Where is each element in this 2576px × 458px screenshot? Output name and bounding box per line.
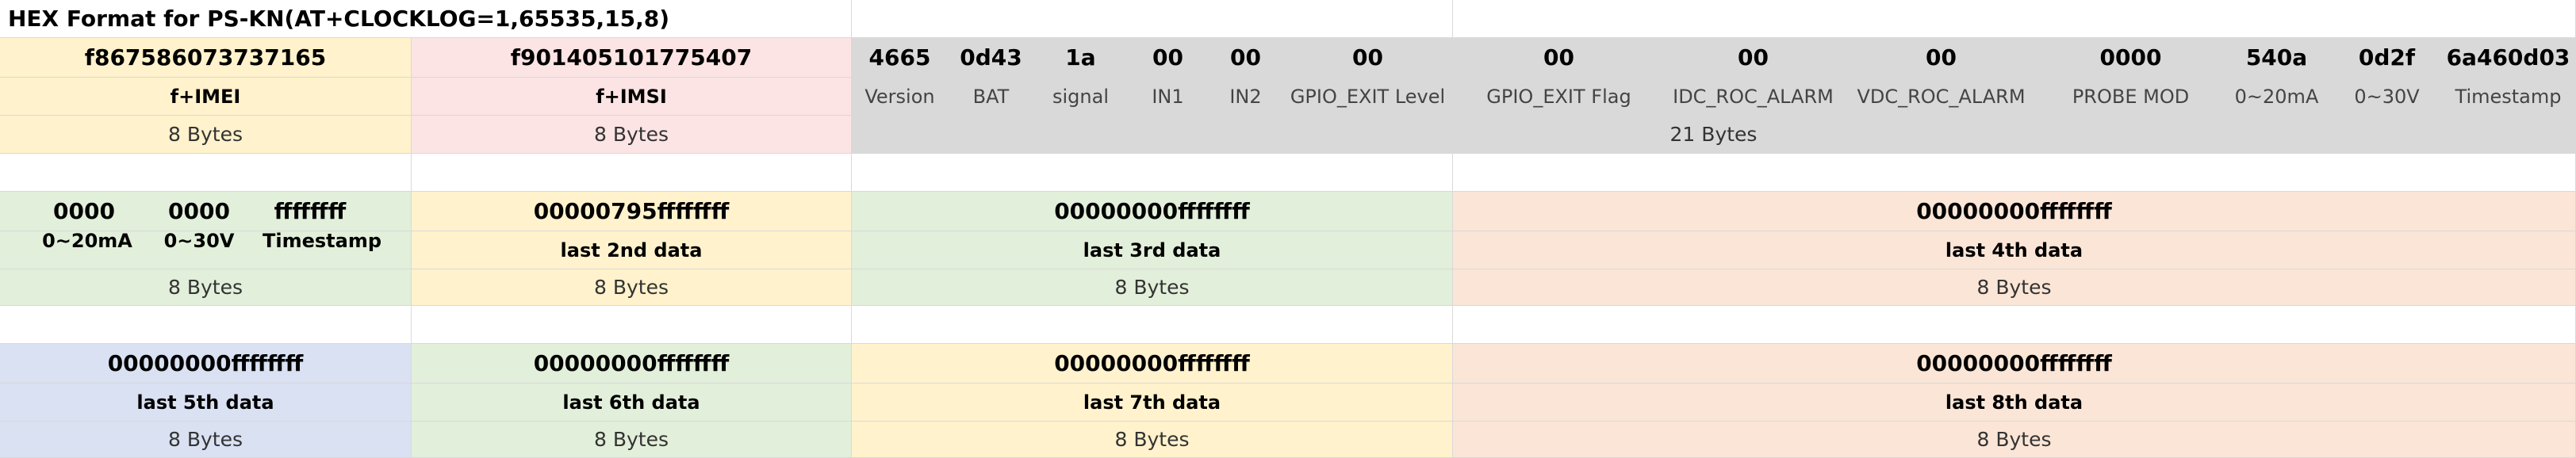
payload-hex-row: f867586073737165 f901405101775407 4665 0… bbox=[0, 38, 2576, 78]
last-7th-hex: 00000000ffffffff bbox=[852, 344, 1453, 384]
empty-cell bbox=[852, 0, 1453, 38]
empty-cell bbox=[0, 306, 412, 344]
log-current-hex: 0000 bbox=[53, 198, 115, 224]
last-5th-hex: 00000000ffffffff bbox=[0, 344, 412, 384]
empty-cell bbox=[852, 306, 1453, 344]
last-2nd-label: last 2nd data bbox=[412, 231, 852, 269]
in2-hex: 00 bbox=[1209, 38, 1283, 78]
timestamp-hex: 6a460d03 bbox=[2441, 38, 2576, 78]
log-row-3-label: last 5th data last 6th data last 7th dat… bbox=[0, 384, 2576, 422]
log-row-3-hex: 00000000ffffffff 00000000ffffffff 000000… bbox=[0, 344, 2576, 384]
empty-cell bbox=[0, 154, 412, 192]
timestamp-label: Timestamp bbox=[2441, 78, 2576, 116]
log-row-2-label: 0~20mA 0~30V Timestamp last 2nd data las… bbox=[0, 231, 2576, 269]
payload-label-row: f+IMEI f+IMSI Version BAT signal IN1 IN2… bbox=[0, 78, 2576, 116]
log-row-2-hex: 0000 0000 ffffffff 00000795ffffffff 0000… bbox=[0, 192, 2576, 231]
gpio-exit-flag-label: GPIO_EXIT Flag bbox=[1453, 78, 1666, 116]
last-6th-bytes: 8 Bytes bbox=[412, 422, 852, 458]
imei-label: f+IMEI bbox=[0, 78, 412, 116]
log-row-2-bytes: 8 Bytes 8 Bytes 8 Bytes 8 Bytes bbox=[0, 269, 2576, 306]
current-hex: 540a bbox=[2221, 38, 2333, 78]
last-6th-label: last 6th data bbox=[412, 384, 852, 422]
log-voltage-label: 0~30V bbox=[163, 231, 235, 252]
log-current-label: 0~20mA bbox=[42, 231, 132, 252]
last-4th-label: last 4th data bbox=[1453, 231, 2576, 269]
version-label: Version bbox=[852, 78, 949, 116]
bat-hex: 0d43 bbox=[949, 38, 1034, 78]
spacer-row bbox=[0, 154, 2576, 192]
spacer-row bbox=[0, 306, 2576, 344]
imsi-label: f+IMSI bbox=[412, 78, 852, 116]
signal-label: signal bbox=[1034, 78, 1128, 116]
bat-label: BAT bbox=[949, 78, 1034, 116]
last-4th-bytes: 8 Bytes bbox=[1453, 269, 2576, 306]
last-2nd-bytes: 8 Bytes bbox=[412, 269, 852, 306]
empty-cell bbox=[412, 306, 852, 344]
imsi-bytes: 8 Bytes bbox=[412, 116, 852, 154]
signal-hex: 1a bbox=[1034, 38, 1128, 78]
idc-roc-alarm-label: IDC_ROC_ALARM bbox=[1666, 78, 1842, 116]
last-4th-hex: 00000000ffffffff bbox=[1453, 192, 2576, 231]
last-5th-bytes: 8 Bytes bbox=[0, 422, 412, 458]
imei-bytes: 8 Bytes bbox=[0, 116, 412, 154]
first-log-label-cell: 0~20mA 0~30V Timestamp bbox=[0, 231, 412, 269]
last-6th-hex: 00000000ffffffff bbox=[412, 344, 852, 384]
log-row-3-bytes: 8 Bytes 8 Bytes 8 Bytes 8 Bytes bbox=[0, 422, 2576, 458]
vdc-roc-alarm-label: VDC_ROC_ALARM bbox=[1842, 78, 2041, 116]
last-2nd-hex: 00000795ffffffff bbox=[412, 192, 852, 231]
imei-hex: f867586073737165 bbox=[0, 38, 412, 78]
log-timestamp-label: Timestamp bbox=[262, 231, 382, 252]
empty-cell bbox=[1453, 0, 2576, 38]
gpio-exit-flag-hex: 00 bbox=[1453, 38, 1666, 78]
voltage-label: 0~30V bbox=[2333, 78, 2441, 116]
empty-cell bbox=[1453, 306, 2576, 344]
last-8th-bytes: 8 Bytes bbox=[1453, 422, 2576, 458]
gpio-exit-level-hex: 00 bbox=[1283, 38, 1453, 78]
empty-cell bbox=[1453, 154, 2576, 192]
payload-bytes-row: 8 Bytes 8 Bytes 21 Bytes bbox=[0, 116, 2576, 154]
empty-cell bbox=[412, 154, 852, 192]
in2-label: IN2 bbox=[1209, 78, 1283, 116]
probe-mod-label: PROBE MOD bbox=[2041, 78, 2221, 116]
probe-mod-hex: 0000 bbox=[2041, 38, 2221, 78]
last-3rd-bytes: 8 Bytes bbox=[852, 269, 1453, 306]
current-label: 0~20mA bbox=[2221, 78, 2333, 116]
fields-bytes: 21 Bytes bbox=[852, 116, 2576, 154]
first-log-hex-cell: 0000 0000 ffffffff bbox=[0, 192, 412, 231]
last-5th-label: last 5th data bbox=[0, 384, 412, 422]
first-log-bytes: 8 Bytes bbox=[0, 269, 412, 306]
log-timestamp-hex: ffffffff bbox=[274, 198, 347, 224]
gpio-exit-level-label: GPIO_EXIT Level bbox=[1283, 78, 1453, 116]
in1-label: IN1 bbox=[1128, 78, 1209, 116]
version-hex: 4665 bbox=[852, 38, 949, 78]
in1-hex: 00 bbox=[1128, 38, 1209, 78]
title-row: HEX Format for PS-KN(AT+CLOCKLOG=1,65535… bbox=[0, 0, 2576, 38]
last-3rd-hex: 00000000ffffffff bbox=[852, 192, 1453, 231]
log-voltage-hex: 0000 bbox=[168, 198, 230, 224]
last-3rd-label: last 3rd data bbox=[852, 231, 1453, 269]
hex-format-sheet: HEX Format for PS-KN(AT+CLOCKLOG=1,65535… bbox=[0, 0, 2576, 458]
last-8th-hex: 00000000ffffffff bbox=[1453, 344, 2576, 384]
last-7th-bytes: 8 Bytes bbox=[852, 422, 1453, 458]
sheet-title: HEX Format for PS-KN(AT+CLOCKLOG=1,65535… bbox=[0, 0, 852, 38]
vdc-roc-alarm-hex: 00 bbox=[1842, 38, 2041, 78]
empty-cell bbox=[852, 154, 1453, 192]
idc-roc-alarm-hex: 00 bbox=[1666, 38, 1842, 78]
imsi-hex: f901405101775407 bbox=[412, 38, 852, 78]
last-7th-label: last 7th data bbox=[852, 384, 1453, 422]
last-8th-label: last 8th data bbox=[1453, 384, 2576, 422]
voltage-hex: 0d2f bbox=[2333, 38, 2441, 78]
